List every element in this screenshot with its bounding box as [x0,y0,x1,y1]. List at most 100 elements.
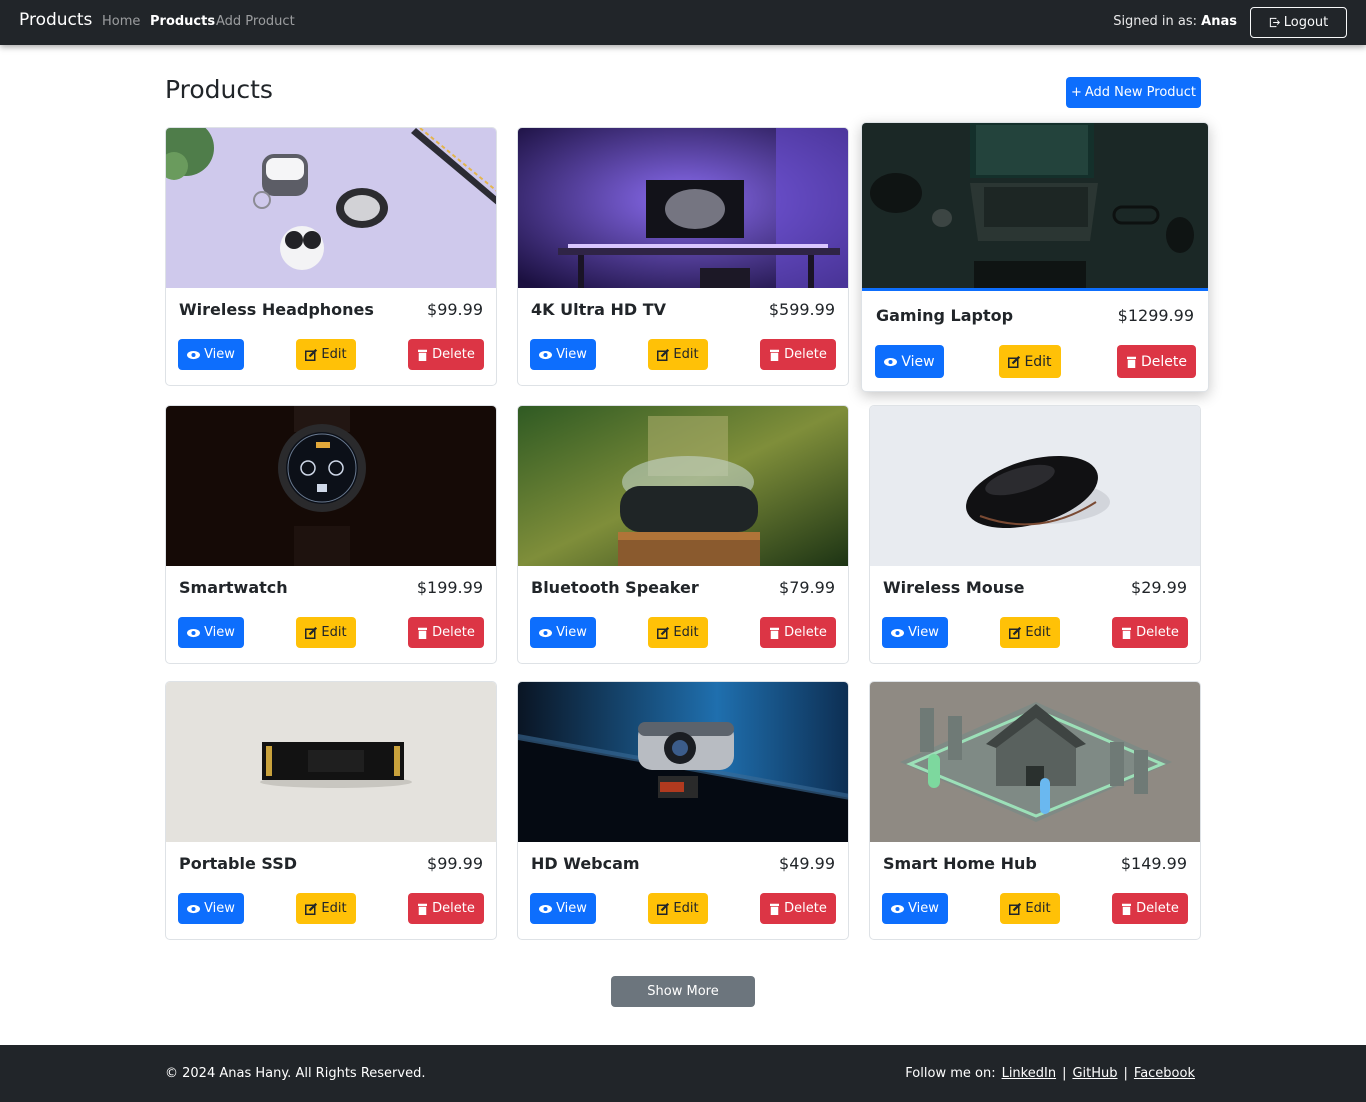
edit-icon [305,626,318,639]
navbar-brand[interactable]: Products [19,10,92,30]
facebook-link[interactable]: Facebook [1134,1066,1195,1081]
eye-icon [187,628,201,637]
separator: | [1123,1066,1128,1081]
product-card: HD Webcam $49.99 View Edit Delete [517,681,849,940]
product-image-headphones [166,128,496,288]
view-button[interactable]: View [882,617,948,648]
delete-button[interactable]: Delete [1117,345,1196,378]
edit-button[interactable]: Edit [296,617,356,648]
delete-button[interactable]: Delete [760,893,836,924]
eye-icon [539,628,553,637]
eye-icon [891,904,905,913]
view-button[interactable]: View [530,617,596,648]
delete-button[interactable]: Delete [760,339,836,370]
delete-label: Delete [1141,353,1187,370]
view-label: View [204,347,235,362]
product-card: Gaming Laptop $1299.99 View Edit Delete [861,122,1209,392]
delete-button[interactable]: Delete [408,893,484,924]
product-price: $99.99 [427,854,483,873]
product-price: $79.99 [779,578,835,597]
product-name: Portable SSD [179,854,298,873]
view-button[interactable]: View [530,893,596,924]
product-card: Bluetooth Speaker $79.99 View Edit Delet… [517,405,849,664]
trash-icon [418,903,428,915]
edit-label: Edit [673,901,699,916]
edit-button[interactable]: Edit [1000,893,1060,924]
delete-label: Delete [784,901,827,916]
view-button[interactable]: View [882,893,948,924]
edit-label: Edit [321,625,347,640]
view-button[interactable]: View [178,617,244,648]
trash-icon [770,349,780,361]
edit-icon [657,348,670,361]
product-image-smart-home [870,682,1200,842]
footer: © 2024 Anas Hany. All Rights Reserved. F… [0,1045,1366,1102]
product-card: Portable SSD $99.99 View Edit Delete [165,681,497,940]
edit-button[interactable]: Edit [648,339,708,370]
view-label: View [908,625,939,640]
edit-button[interactable]: Edit [648,893,708,924]
view-label: View [556,347,587,362]
add-new-product-button[interactable]: + Add New Product [1066,77,1201,108]
delete-label: Delete [432,625,475,640]
trash-icon [1122,903,1132,915]
edit-label: Edit [321,347,347,362]
eye-icon [187,904,201,913]
edit-button[interactable]: Edit [1000,617,1060,648]
edit-icon [657,902,670,915]
product-name: Smartwatch [179,578,288,597]
nav-link-home[interactable]: Home [102,14,140,29]
signed-in-user: Anas [1201,14,1237,29]
logout-icon [1269,17,1280,28]
product-image-webcam [518,682,848,842]
product-image-laptop [862,123,1208,291]
product-card: 4K Ultra HD TV $599.99 View Edit Delete [517,127,849,386]
eye-icon [891,628,905,637]
nav-link-products[interactable]: Products [150,14,215,29]
view-label: View [901,353,935,370]
edit-label: Edit [1025,901,1051,916]
logout-button[interactable]: Logout [1250,7,1347,38]
edit-icon [1008,355,1021,368]
product-image-speaker [518,406,848,566]
edit-button[interactable]: Edit [999,345,1061,378]
product-image-smartwatch [166,406,496,566]
view-button[interactable]: View [530,339,596,370]
view-button[interactable]: View [178,339,244,370]
delete-label: Delete [784,625,827,640]
eye-icon [884,357,898,366]
separator: | [1062,1066,1067,1081]
delete-button[interactable]: Delete [760,617,836,648]
edit-button[interactable]: Edit [648,617,708,648]
linkedin-link[interactable]: LinkedIn [1002,1066,1056,1081]
delete-button[interactable]: Delete [1112,617,1188,648]
product-name: 4K Ultra HD TV [531,300,667,319]
product-price: $149.99 [1120,854,1187,873]
eye-icon [539,350,553,359]
trash-icon [1122,627,1132,639]
product-price: $99.99 [427,300,483,319]
edit-icon [657,626,670,639]
github-link[interactable]: GitHub [1072,1066,1117,1081]
trash-icon [418,627,428,639]
delete-button[interactable]: Delete [1112,893,1188,924]
trash-icon [1127,356,1136,368]
product-price: $1299.99 [1117,306,1194,325]
edit-button[interactable]: Edit [296,893,356,924]
nav-link-add-product[interactable]: Add Product [216,14,295,29]
delete-button[interactable]: Delete [408,617,484,648]
eye-icon [187,350,201,359]
show-more-button[interactable]: Show More [611,976,755,1007]
edit-icon [305,902,318,915]
product-card: Wireless Headphones $99.99 View Edit Del… [165,127,497,386]
view-button[interactable]: View [875,345,944,378]
delete-button[interactable]: Delete [408,339,484,370]
trash-icon [418,349,428,361]
copyright-text: © 2024 Anas Hany. All Rights Reserved. [165,1066,426,1081]
edit-icon [1009,626,1022,639]
edit-button[interactable]: Edit [296,339,356,370]
view-button[interactable]: View [178,893,244,924]
delete-label: Delete [1136,901,1179,916]
product-price: $199.99 [416,578,483,597]
product-image-mouse [870,406,1200,566]
